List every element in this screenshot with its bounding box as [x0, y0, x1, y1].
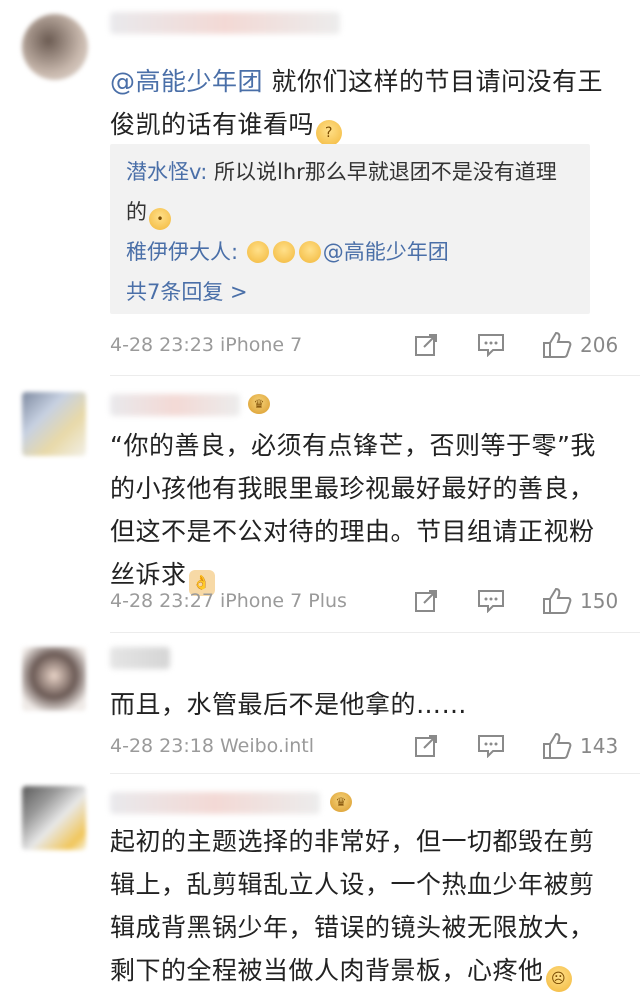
- comment-1: @高能少年团 就你们这样的节目请问没有王俊凯的话有谁看吗? 潜水怪v: 所以说l…: [0, 0, 640, 360]
- repost-icon[interactable]: [410, 330, 444, 360]
- mention-link[interactable]: @高能少年团: [323, 240, 449, 264]
- reply-1: 潜水怪v: 所以说lhr那么早就退团不是没有道理的 •: [126, 152, 574, 232]
- username-blurred[interactable]: [110, 647, 170, 669]
- timestamp-device: 4-28 23:23 iPhone 7: [110, 334, 303, 356]
- avatar[interactable]: [22, 14, 88, 80]
- more-replies-link[interactable]: 共7条回复 >: [126, 272, 574, 312]
- smirk-face-emoji-icon: •: [149, 208, 171, 230]
- username-blurred[interactable]: [110, 394, 240, 416]
- username-blurred[interactable]: [110, 12, 340, 34]
- comment-text: 而且，水管最后不是他拿的……: [110, 683, 614, 726]
- reply-text: [238, 240, 245, 264]
- comment-icon[interactable]: [474, 731, 508, 761]
- comment-meta: 4-28 23:18 Weibo.intl 143: [110, 731, 640, 761]
- repost-icon[interactable]: [410, 731, 444, 761]
- comment-meta: 4-28 23:27 iPhone 7 Plus 150: [110, 586, 640, 616]
- like-count: 206: [580, 333, 619, 357]
- comment-text-content: 而且，水管最后不是他拿的……: [110, 690, 468, 719]
- comment-meta: 4-28 23:23 iPhone 7 206: [110, 330, 640, 360]
- crown-badge-icon: ♛: [330, 792, 352, 812]
- smile-emoji-icon: [298, 241, 321, 263]
- crown-badge-icon: ♛: [248, 394, 270, 414]
- reply-2: 稚伊伊大人: @高能少年团: [126, 232, 574, 272]
- comment-2: ♛ “你的善良，必须有点锋芒，否则等于零”我的小孩他有我眼里最珍视最好最好的善良…: [0, 376, 640, 638]
- username-blurred[interactable]: [110, 792, 320, 814]
- like-icon[interactable]: [540, 330, 574, 360]
- comment-text: “你的善良，必须有点锋芒，否则等于零”我的小孩他有我眼里最珍视最好最好的善良，但…: [110, 424, 614, 596]
- repost-icon[interactable]: [410, 586, 444, 616]
- comment-text-content: 起初的主题选择的非常好，但一切都毁在剪辑上，乱剪辑乱立人设，一个热血少年被剪辑成…: [110, 827, 595, 985]
- smile-emoji-icon: [246, 241, 269, 263]
- reply-username[interactable]: 潜水怪v:: [126, 160, 207, 184]
- reply-username[interactable]: 稚伊伊大人:: [126, 240, 238, 264]
- timestamp-device: 4-28 23:18 Weibo.intl: [110, 735, 315, 757]
- sad-face-emoji-icon: ☹: [545, 966, 572, 992]
- avatar[interactable]: [22, 647, 86, 711]
- comment-icon[interactable]: [474, 330, 508, 360]
- like-count: 143: [580, 734, 619, 758]
- comment-text: 起初的主题选择的非常好，但一切都毁在剪辑上，乱剪辑乱立人设，一个热血少年被剪辑成…: [110, 820, 614, 992]
- comment-4: ♛ 起初的主题选择的非常好，但一切都毁在剪辑上，乱剪辑乱立人设，一个热血少年被剪…: [0, 774, 640, 992]
- reply-box[interactable]: 潜水怪v: 所以说lhr那么早就退团不是没有道理的 • 稚伊伊大人: @高能少年团…: [110, 144, 590, 314]
- avatar[interactable]: [22, 392, 86, 456]
- like-count: 150: [580, 589, 619, 613]
- like-icon[interactable]: [540, 586, 574, 616]
- timestamp-device: 4-28 23:27 iPhone 7 Plus: [110, 590, 347, 612]
- smile-emoji-icon: [272, 241, 295, 263]
- like-icon[interactable]: [540, 731, 574, 761]
- comment-text: @高能少年团 就你们这样的节目请问没有王俊凯的话有谁看吗?: [110, 60, 614, 146]
- comment-text-content: “你的善良，必须有点锋芒，否则等于零”我的小孩他有我眼里最珍视最好最好的善良，但…: [110, 431, 596, 589]
- mention-link[interactable]: @高能少年团: [110, 67, 263, 96]
- comment-icon[interactable]: [474, 586, 508, 616]
- avatar[interactable]: [22, 786, 86, 850]
- thinking-face-emoji-icon: ?: [316, 120, 343, 146]
- comment-3: 而且，水管最后不是他拿的…… 4-28 23:18 Weibo.intl 143: [0, 633, 640, 775]
